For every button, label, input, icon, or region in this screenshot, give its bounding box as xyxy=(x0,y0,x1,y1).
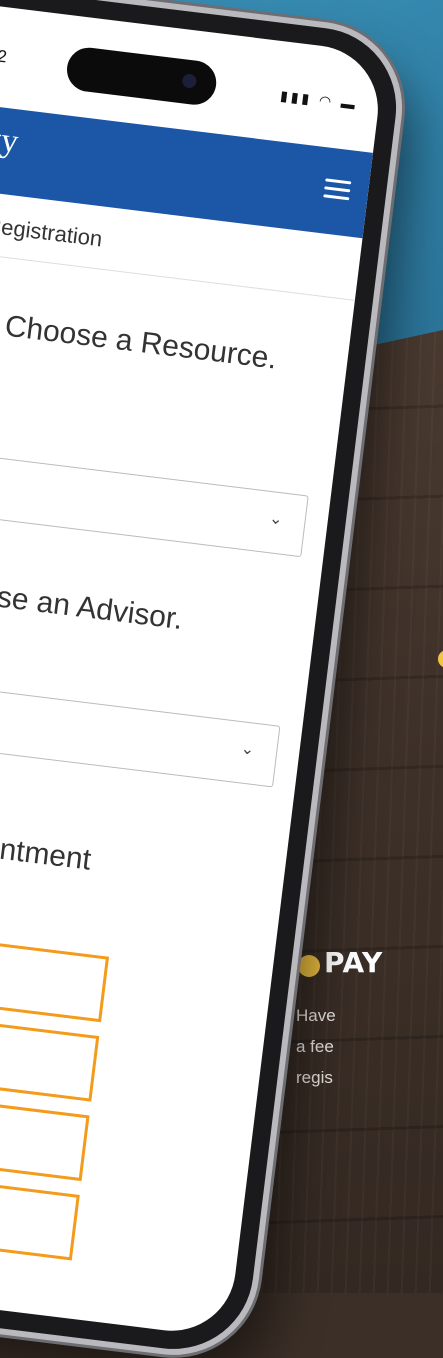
hamburger-menu-icon[interactable] xyxy=(323,173,352,205)
camera-lens-icon xyxy=(181,73,198,89)
advisor-section-title: choose an Advisor. xyxy=(0,572,185,637)
chevron-down-icon: ⌄ xyxy=(239,740,256,759)
wifi-icon: ◠ xyxy=(318,92,336,110)
promo-line: regis xyxy=(296,1068,333,1087)
resource-select[interactable]: ⌄ xyxy=(0,427,309,558)
battery-icon: ▬ xyxy=(340,94,359,113)
promo-line: Have xyxy=(296,1006,336,1025)
resource-section-title: se Choose a Resource. xyxy=(0,305,279,376)
page-heading: e Registration xyxy=(0,210,104,252)
signal-icon: ▮▮▮ xyxy=(279,87,314,108)
advisor-select[interactable]: ⌄ xyxy=(0,657,281,788)
chevron-down-icon: ⌄ xyxy=(268,510,284,529)
promo-title: PAY xyxy=(324,946,383,979)
appointment-option[interactable]: ppointment xyxy=(0,888,110,1023)
university-brand[interactable]: rsity xyxy=(0,116,20,161)
promo-body: Have a fee regis xyxy=(296,1000,336,1093)
dynamic-island xyxy=(64,45,219,108)
bullet-dot-pay xyxy=(298,955,320,977)
appointment-section-title: e appointment xyxy=(0,821,93,877)
promo-line: a fee xyxy=(296,1037,334,1056)
status-time: 22 xyxy=(0,45,9,67)
status-icons: ▮▮▮ ◠ ▬ xyxy=(279,87,359,113)
